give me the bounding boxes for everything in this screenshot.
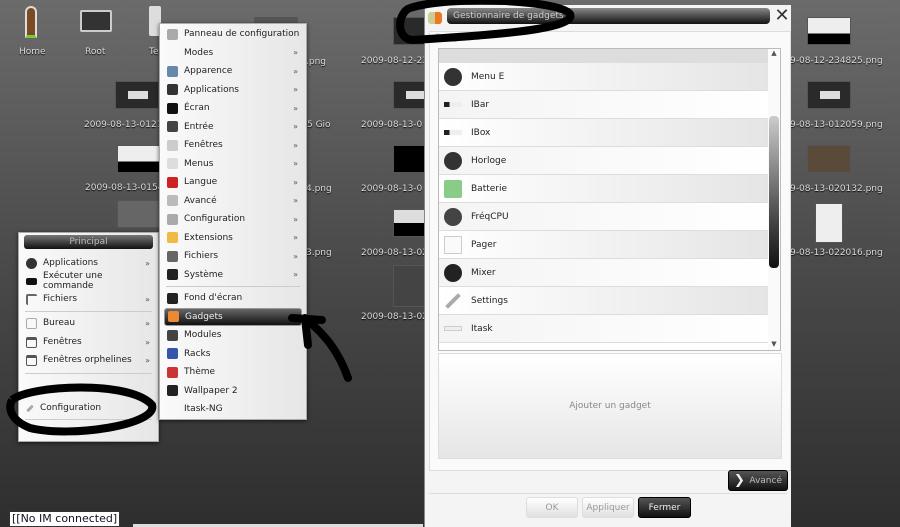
marker-arrow [288, 314, 352, 382]
marker-annotations [6, 0, 575, 436]
marker-ellipse-title [396, 0, 575, 45]
marker-ellipse-configuration [6, 383, 157, 436]
